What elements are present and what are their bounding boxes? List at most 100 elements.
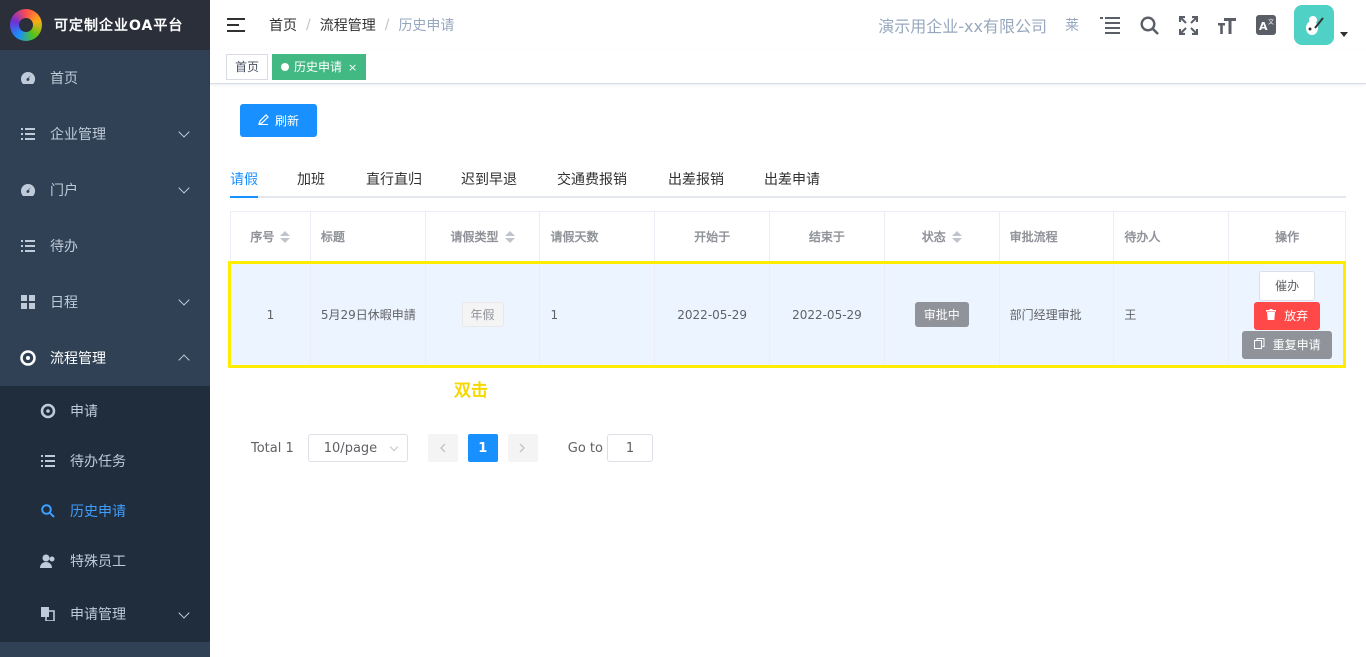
avatar[interactable] bbox=[1294, 5, 1334, 45]
refresh-label: 刷新 bbox=[274, 114, 299, 128]
close-icon[interactable]: × bbox=[348, 61, 357, 74]
column-header: 待办人 bbox=[1114, 212, 1230, 261]
tag-home[interactable]: 首页 bbox=[226, 54, 269, 80]
column-header: 请假天数 bbox=[540, 212, 656, 261]
cell-end: 2022-05-29 bbox=[770, 262, 885, 367]
column-header[interactable]: 序号 bbox=[231, 212, 311, 261]
sidebar-item-label: 日程 bbox=[50, 295, 78, 311]
sidebar-item-home[interactable]: 首页 bbox=[0, 50, 210, 106]
sidebar-item-label: 待办任务 bbox=[70, 454, 126, 470]
main-content: 刷新 请假 加班 直行直归 迟到早退 交通费报销 出差报销 出差申请 序号 标题… bbox=[210, 84, 1366, 657]
sidebar-item-todo[interactable]: 待办 bbox=[0, 218, 210, 274]
column-label: 结束于 bbox=[808, 230, 845, 244]
sidebar-item-label: 企业管理 bbox=[50, 127, 106, 143]
cell-assignee: 王 bbox=[1114, 262, 1230, 367]
search-icon[interactable] bbox=[1138, 14, 1160, 36]
tag-label: 历史申请 bbox=[294, 60, 343, 74]
breadcrumb-process[interactable]: 流程管理 bbox=[320, 15, 376, 35]
cell-type: 年假 bbox=[426, 262, 541, 367]
tab-leave[interactable]: 请假 bbox=[230, 169, 258, 189]
sidebar-item-schedule[interactable]: 日程 bbox=[0, 274, 210, 330]
translate-icon[interactable]: A文 bbox=[1255, 14, 1277, 36]
sidebar-item-history[interactable]: 历史申请 bbox=[0, 486, 210, 536]
sidebar-item-apply-manage[interactable]: 申请管理 bbox=[0, 586, 210, 642]
sidebar-item-label: 首页 bbox=[50, 71, 78, 87]
column-label: 标题 bbox=[320, 230, 345, 244]
page-size-select[interactable]: 10/page bbox=[307, 434, 408, 462]
edit-icon bbox=[258, 113, 269, 128]
tab-trip-expense[interactable]: 出差报销 bbox=[668, 169, 724, 189]
sidebar-item-label: 申请 bbox=[70, 404, 98, 420]
search-icon bbox=[40, 503, 56, 519]
sidebar-item-enterprise[interactable]: 企业管理 bbox=[0, 106, 210, 162]
pagination: Total 1 10/page 1 Go to 1 bbox=[251, 434, 653, 462]
double-click-annotation: 双击 bbox=[454, 381, 488, 401]
page-size-value: 10/page bbox=[323, 440, 378, 456]
logo-icon bbox=[10, 9, 42, 41]
grid-icon bbox=[20, 294, 36, 310]
sort-icon[interactable] bbox=[280, 230, 291, 243]
urge-button[interactable]: 催办 bbox=[1259, 270, 1316, 301]
chevron-down-icon bbox=[389, 442, 399, 452]
sidebar-item-process[interactable]: 流程管理 bbox=[0, 330, 210, 386]
header: 首页 / 流程管理 / 历史申请 演示用企业-xx有限公司 莱 A文 bbox=[210, 0, 1366, 50]
logo[interactable]: 可定制企业OA平台 bbox=[0, 0, 210, 50]
sidebar-item-apply[interactable]: 申请 bbox=[0, 386, 210, 436]
user-icon bbox=[40, 553, 56, 569]
column-label: 操作 bbox=[1275, 230, 1300, 244]
goto-label: Go to bbox=[567, 440, 603, 456]
page-number[interactable]: 1 bbox=[467, 434, 498, 462]
sort-icon[interactable] bbox=[504, 230, 515, 243]
hamburger-icon[interactable] bbox=[227, 18, 245, 32]
caret-down-icon[interactable] bbox=[1340, 31, 1348, 37]
submenu-process: 申请 待办任务 历史申请 特殊员工 申请管理 bbox=[0, 386, 210, 642]
fullscreen-icon[interactable] bbox=[1177, 14, 1199, 36]
sidebar-item-label: 待办 bbox=[50, 239, 78, 255]
tab-overtime[interactable]: 加班 bbox=[297, 169, 325, 189]
table-row[interactable]: 1 5月29日休暇申請 年假 1 2022-05-29 2022-05-29 审… bbox=[231, 262, 1345, 367]
company-short[interactable]: 莱 bbox=[1065, 15, 1079, 35]
prev-page-button[interactable] bbox=[427, 434, 458, 462]
goto-input[interactable]: 1 bbox=[606, 434, 653, 462]
refresh-button[interactable]: 刷新 bbox=[240, 104, 317, 137]
app-title: 可定制企业OA平台 bbox=[54, 18, 184, 34]
cell-start: 2022-05-29 bbox=[655, 262, 771, 367]
sidebar-item-label: 历史申请 bbox=[70, 504, 126, 520]
abandon-button[interactable]: 放弃 bbox=[1254, 301, 1321, 330]
tab-active-bar bbox=[230, 196, 258, 198]
column-header: 标题 bbox=[311, 212, 426, 261]
sidebar-item-portal[interactable]: 门户 bbox=[0, 162, 210, 218]
tab-direct[interactable]: 直行直归 bbox=[366, 169, 422, 189]
cell-index: 1 bbox=[231, 262, 311, 367]
menu-list-icon[interactable] bbox=[1099, 14, 1121, 36]
abandon-label: 放弃 bbox=[1284, 309, 1309, 323]
column-label: 审批流程 bbox=[1009, 230, 1058, 244]
chevron-left-icon bbox=[440, 443, 446, 453]
svg-text:文: 文 bbox=[1268, 18, 1274, 26]
sidebar-item-special-staff[interactable]: 特殊员工 bbox=[0, 536, 210, 586]
tag-history[interactable]: 历史申请 × bbox=[272, 54, 367, 80]
sidebar-item-label: 门户 bbox=[50, 183, 78, 199]
process-icon bbox=[20, 350, 36, 366]
tags-view: 首页 历史申请 × bbox=[210, 50, 1366, 84]
sidebar-item-todo-tasks[interactable]: 待办任务 bbox=[0, 436, 210, 486]
tab-late[interactable]: 迟到早退 bbox=[461, 169, 517, 189]
chevron-down-icon bbox=[178, 126, 190, 138]
chevron-down-icon bbox=[178, 182, 190, 194]
column-header[interactable]: 请假类型 bbox=[426, 212, 541, 261]
breadcrumb-home[interactable]: 首页 bbox=[269, 15, 297, 35]
tab-transport[interactable]: 交通费报销 bbox=[557, 169, 627, 189]
next-page-button[interactable] bbox=[507, 434, 538, 462]
data-table: 序号 标题 请假类型 请假天数 开始于 结束于 状态 审批流程 待办人 操作 1… bbox=[230, 211, 1346, 368]
chevron-down-icon bbox=[178, 294, 190, 306]
column-label: 待办人 bbox=[1124, 230, 1161, 244]
font-size-icon[interactable] bbox=[1216, 14, 1238, 36]
column-label: 状态 bbox=[921, 230, 946, 244]
tab-trip-apply[interactable]: 出差申请 bbox=[764, 169, 820, 189]
sort-icon[interactable] bbox=[951, 230, 962, 243]
list-icon bbox=[40, 453, 56, 469]
sidebar: 可定制企业OA平台 首页 企业管理 门户 待办 日程 流程管理 申请 待办任务 … bbox=[0, 0, 210, 657]
repeat-apply-button[interactable]: 重复申请 bbox=[1242, 330, 1333, 359]
column-header[interactable]: 状态 bbox=[885, 212, 1000, 261]
column-header: 审批流程 bbox=[1000, 212, 1115, 261]
